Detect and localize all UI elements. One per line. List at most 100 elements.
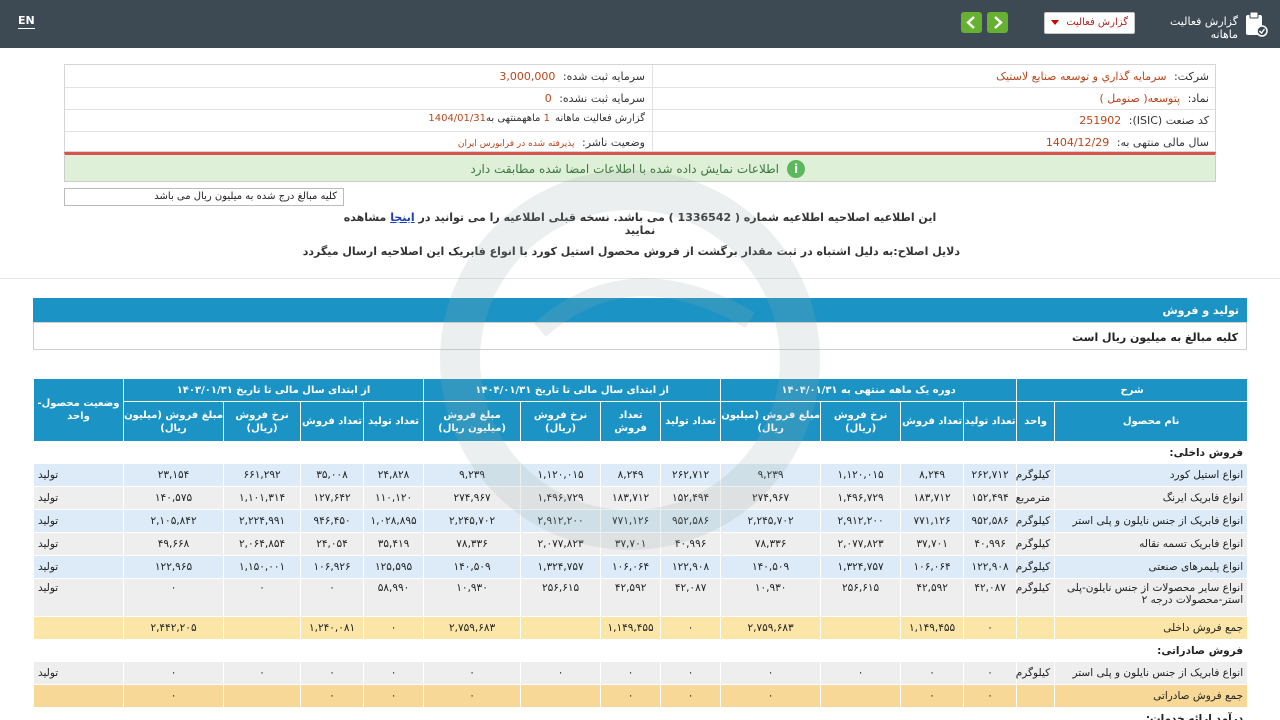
cell-y-sale: ۳۷,۷۰۱: [600, 532, 662, 556]
cell-v-prod: ۱۲۵,۵۹۵: [363, 555, 425, 579]
section-row: فروش صادراتی:: [33, 639, 1247, 662]
cell-p-amt: ۰: [720, 684, 822, 708]
header-desc: شرح: [1016, 378, 1247, 402]
cell-v-rate: [223, 684, 302, 708]
product-status: تولید: [33, 532, 124, 556]
publisher-status-label: وضعیت ناشر:: [582, 136, 645, 149]
header-prod-qty: تعداد تولید: [660, 401, 722, 442]
unregistered-capital-field: سرمایه ثبت نشده: 0: [545, 92, 645, 105]
cell-p-sale: ۸,۲۴۹: [900, 463, 965, 487]
section-row: درآمد ارائه خدمات:: [33, 707, 1247, 720]
product-status: تولید: [33, 578, 124, 617]
report-label-a: گزارش فعالیت ماهانه: [555, 113, 645, 124]
product-unit: کیلوگرم: [1016, 578, 1056, 617]
product-unit: کیلوگرم: [1016, 661, 1056, 685]
cell-p-prod: ۲۶۲,۷۱۲: [963, 463, 1018, 487]
registered-capital-value: 3,000,000: [499, 70, 556, 83]
cell-p-sale: ۷۷۱,۱۲۶: [900, 509, 965, 533]
report-label-b: ماهه: [522, 113, 541, 124]
header-sale-rate: نرخ فروش (ریال): [223, 401, 302, 442]
header-prod-qty: تعداد تولید: [363, 401, 425, 442]
fiscal-year-label: سال مالی منتهی به:: [1116, 136, 1209, 149]
cell-y-amt: ۰: [423, 661, 522, 685]
product-status: تولید: [33, 509, 124, 533]
publisher-status-field: وضعیت ناشر: پذیرفته شده در فرابورس ایران: [458, 136, 645, 149]
registered-capital-field: سرمایه ثبت شده: 3,000,000: [499, 70, 645, 83]
cell-p-prod: ۴۰,۹۹۶: [963, 532, 1018, 556]
header-unit: واحد: [1016, 401, 1056, 442]
product-unit: کیلوگرم: [1016, 463, 1056, 487]
cell-p-amt: ۷۸,۳۳۶: [720, 532, 822, 556]
cell-p-prod: ۰: [963, 616, 1018, 640]
cell-y-rate: ۱,۱۲۰,۰۱۵: [520, 463, 602, 487]
cell-p-rate: [820, 684, 902, 708]
symbol-field: نماد: پتوسعه( صنومل ): [1099, 92, 1209, 105]
cell-v-rate: ۲,۲۲۴,۹۹۱: [223, 509, 302, 533]
previous-report-button[interactable]: [961, 12, 982, 33]
header-status: وضعیت محصول-واحد: [33, 378, 124, 442]
cell-p-sale: ۱۰۶,۰۶۴: [900, 555, 965, 579]
cell-p-amt: ۲,۲۴۵,۷۰۲: [720, 509, 822, 533]
cell-y-rate: ۱,۴۹۶,۷۲۹: [520, 486, 602, 510]
top-bar: EN گزارش فعالیت گزارش فعالیت ماهانه: [0, 0, 1280, 48]
cell-v-sale: ۹۴۶,۴۵۰: [300, 509, 365, 533]
cell-p-rate: ۲,۹۱۲,۲۰۰: [820, 509, 902, 533]
fiscal-year-field: سال مالی منتهی به: 1404/12/29: [1046, 136, 1209, 149]
cell-y-amt: ۹,۲۳۹: [423, 463, 522, 487]
cell-v-prod: ۱,۰۲۸,۸۹۵: [363, 509, 425, 533]
cell-p-rate: ۱,۳۲۴,۷۵۷: [820, 555, 902, 579]
product-name: انواع پلیمرهای صنعتی: [1054, 555, 1247, 579]
cell-v-rate: ۲,۰۶۴,۸۵۴: [223, 532, 302, 556]
cell-v-prod: ۰: [363, 661, 425, 685]
cell-y-sale: ۱۸۳,۷۱۲: [600, 486, 662, 510]
product-name: انواع فابریک از جنس نایلون و پلی استر: [1054, 509, 1247, 533]
cell-p-sale: ۰: [900, 661, 965, 685]
header-prev-year: از ابتدای سال مالی تا تاریخ ۱۴۰۳/۰۱/۳۱: [122, 378, 425, 402]
product-status: تولید: [33, 661, 124, 685]
table-row: انواع فابریک تسمه نقاله کیلوگرم ۴۰,۹۹۶ ۳۷,۷…: [33, 532, 1247, 556]
cell-v-rate: ۱,۱۵۰,۰۰۱: [223, 555, 302, 579]
table-row: جمع فروش داخلی ۰ ۱,۱۴۹,۴۵۵ ۲,۷۵۹,۶۸۳ ۰ ۱,۱۴۹,…: [33, 616, 1247, 640]
header-sale-qty: تعداد فروش: [900, 401, 965, 442]
publisher-status-value: پذیرفته شده در فرابورس ایران: [457, 139, 575, 149]
cell-v-sale: ۲۴,۰۵۴: [300, 532, 365, 556]
chevron-down-icon: [1051, 20, 1059, 25]
cell-p-rate: ۲,۰۷۷,۸۲۳: [820, 532, 902, 556]
cell-p-amt: ۱۰,۹۳۰: [720, 578, 822, 617]
table-row: انواع سایر محصولات از جنس نایلون-پلی است…: [33, 578, 1247, 617]
isic-label: کد صنعت (ISIC):: [1128, 114, 1209, 127]
language-toggle[interactable]: EN: [18, 14, 35, 29]
report-type-select[interactable]: گزارش فعالیت: [1044, 12, 1135, 34]
cell-v-prod: ۲۴,۸۲۸: [363, 463, 425, 487]
cell-y-amt: ۱۰,۹۳۰: [423, 578, 522, 617]
product-status: تولید: [33, 463, 124, 487]
next-report-button[interactable]: [987, 12, 1008, 33]
cell-v-prod: ۳۵,۴۱۹: [363, 532, 425, 556]
product-name: انواع استیل کورد: [1054, 463, 1247, 487]
cell-p-prod: ۱۲۲,۹۰۸: [963, 555, 1018, 579]
cell-v-amt: ۱۲۲,۹۶۵: [122, 555, 225, 579]
previous-version-link[interactable]: اینجا: [390, 211, 414, 224]
cell-p-amt: ۱۴۰,۵۰۹: [720, 555, 822, 579]
header-sale-amount: مبلغ فروش (میلیون ریال): [720, 401, 822, 442]
header-sale-qty: تعداد فروش: [300, 401, 365, 442]
chevron-right-icon: [994, 16, 1003, 29]
cell-y-sale: ۰: [600, 684, 662, 708]
table-row: جمع فروش صادراتی ۰ ۰ ۰ ۰ ۰ ۰ ۰ ۰ ۰: [33, 684, 1247, 708]
unregistered-capital-value: 0: [544, 92, 552, 105]
cell-y-sale: ۷۷۱,۱۲۶: [600, 509, 662, 533]
cell-p-rate: [820, 616, 902, 640]
product-status: [33, 616, 124, 640]
cell-v-sale: ۱,۲۴۰,۰۸۱: [300, 616, 365, 640]
cell-p-amt: ۲۷۴,۹۶۷: [720, 486, 822, 510]
cell-y-sale: ۱۰۶,۰۶۴: [600, 555, 662, 579]
clipboard-icon: [1246, 11, 1268, 37]
cell-p-amt: ۹,۲۳۹: [720, 463, 822, 487]
product-unit: کیلوگرم: [1016, 532, 1056, 556]
cell-y-rate: ۱,۳۲۴,۷۵۷: [520, 555, 602, 579]
cell-v-rate: ۰: [223, 578, 302, 617]
verification-alert-text: اطلاعات نمایش داده شده با اطلاعات امضا ش…: [470, 162, 779, 176]
company-field: شرکت: سرمايه گذاري و توسعه صنايع لاستيک: [996, 70, 1209, 83]
table-row: انواع فابریک ایرنگ مترمربع ۱۵۲,۴۹۴ ۱۸۳,۷۱۲ ۱…: [33, 486, 1247, 510]
report-period-field: گزارش فعالیت ماهانه 1 ماههمنتهی به1404/0…: [428, 113, 645, 124]
